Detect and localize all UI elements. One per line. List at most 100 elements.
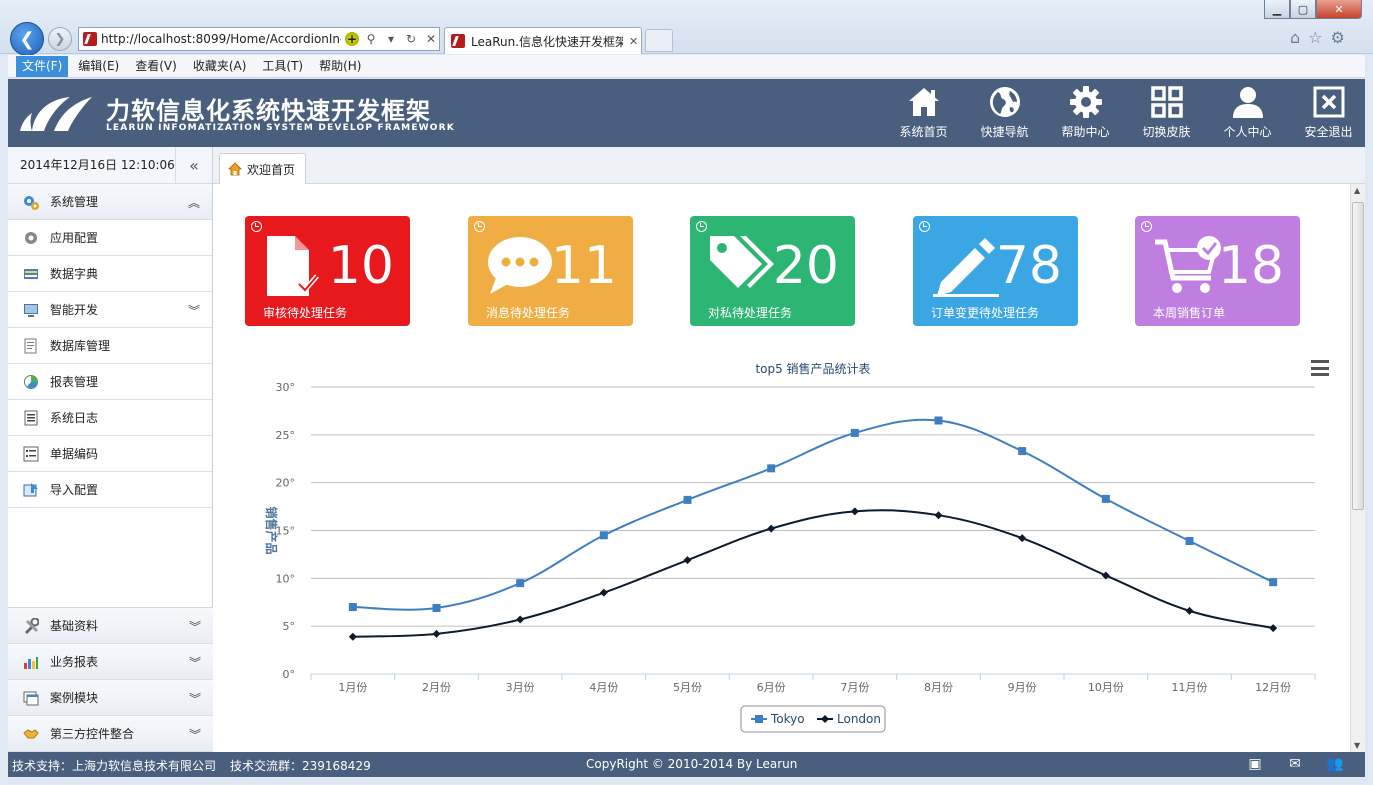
menu-file[interactable]: 文件(F) bbox=[16, 55, 69, 77]
sidebar-bottom-groups: 基础资料 ︾ 业务报表 ︾ 案例模块 ︾ 第三方控件整合 ︾ bbox=[8, 607, 213, 752]
x-tick-label: 3月份 bbox=[506, 681, 535, 694]
collapse-sidebar-icon[interactable]: « bbox=[176, 156, 212, 175]
card-audit-tasks[interactable]: 10 审核待处理任务 bbox=[245, 216, 410, 326]
data-point-tokyo bbox=[348, 603, 357, 612]
chart-menu-icon[interactable] bbox=[1311, 360, 1329, 376]
report-icon bbox=[22, 373, 40, 391]
menu-tools[interactable]: 工具(T) bbox=[256, 56, 309, 77]
globe-icon bbox=[989, 87, 1020, 117]
scroll-thumb[interactable] bbox=[1352, 202, 1364, 510]
sidebar-item-app-config[interactable]: 应用配置 bbox=[8, 220, 212, 256]
tab-close-icon[interactable]: ✕ bbox=[629, 35, 638, 48]
home-page-icon[interactable]: ⌂ bbox=[1290, 28, 1300, 47]
sidebar-item-logs[interactable]: 系统日志 bbox=[8, 400, 212, 436]
main-content: 欢迎首页 10 审核待处理任务 11 消息待处理任务 20 对私待处理任务 78… bbox=[213, 147, 1365, 752]
sidebar-item-reports[interactable]: 报表管理 bbox=[8, 364, 212, 400]
close-window-icon[interactable]: ✕ bbox=[1316, 0, 1362, 19]
scroll-down-icon[interactable]: ▼ bbox=[1354, 741, 1360, 750]
app-subtitle: LEARUN INFOMATIZATION SYSTEM DEVELOP FRA… bbox=[106, 123, 455, 133]
browser-chrome: ❮ ❯ http://localhost:8099/Home/Accordion… bbox=[0, 0, 1373, 56]
sidebar-item-doc-code[interactable]: 单据编码 bbox=[8, 436, 212, 472]
contact-card-icon[interactable]: ▣ bbox=[1235, 756, 1275, 772]
card-count: 18 bbox=[1217, 236, 1284, 296]
menu-help[interactable]: 帮助(H) bbox=[313, 56, 367, 77]
sidebar-item-smart-dev[interactable]: 智能开发 ︾ bbox=[8, 292, 212, 328]
sidebar-item-import[interactable]: 导入配置 bbox=[8, 472, 212, 508]
scroll-up-icon[interactable]: ▲ bbox=[1354, 186, 1360, 195]
stop-icon[interactable]: ✕ bbox=[423, 32, 439, 46]
chart-svg: top5 销售产品统计表销售产品0°5°10°15°20°25°30°1月份 2月… bbox=[264, 361, 1316, 733]
card-label: 消息待处理任务 bbox=[486, 306, 571, 320]
user-icon bbox=[1232, 87, 1263, 118]
nav-home[interactable]: 系统首页 bbox=[883, 85, 964, 140]
sidebar-group-system[interactable]: 系统管理 ︽ bbox=[8, 184, 212, 220]
x-tick-label: 7月份 bbox=[840, 681, 869, 694]
sidebar-group-case-modules[interactable]: 案例模块 ︾ bbox=[8, 680, 213, 716]
data-point-london bbox=[1185, 606, 1194, 615]
data-point-london bbox=[934, 511, 943, 520]
window-controls: ▁ ▢ ✕ bbox=[1264, 0, 1362, 20]
y-tick-label: 10° bbox=[276, 572, 296, 585]
sidebar-group-business-reports[interactable]: 业务报表 ︾ bbox=[8, 644, 213, 680]
menu-view[interactable]: 查看(V) bbox=[129, 56, 183, 77]
dropdown-icon[interactable]: ▾ bbox=[383, 32, 399, 46]
nav-profile[interactable]: 个人中心 bbox=[1207, 85, 1288, 140]
chevron-down-icon: ︾ bbox=[187, 304, 200, 318]
import-icon bbox=[22, 481, 40, 499]
sidebar-item-label: 数据库管理 bbox=[50, 339, 111, 353]
footer-qq: 技术交流群：239168429 bbox=[230, 759, 371, 773]
grid-icon bbox=[1150, 86, 1183, 118]
compat-view-icon[interactable]: + bbox=[345, 32, 359, 46]
sidebar-item-database[interactable]: 数据库管理 bbox=[8, 328, 212, 364]
sidebar-item-dictionary[interactable]: 数据字典 bbox=[8, 256, 212, 292]
new-tab-button[interactable] bbox=[645, 29, 673, 52]
tab-favicon-icon bbox=[451, 34, 465, 48]
browser-tab-active[interactable]: LeaRun.信息化快速开发框架 ✕ bbox=[444, 27, 642, 54]
address-text[interactable]: http://localhost:8099/Home/AccordionInd bbox=[101, 32, 341, 46]
menu-edit[interactable]: 编辑(E) bbox=[72, 56, 125, 77]
handshake-icon bbox=[22, 725, 40, 743]
settings-gear-icon[interactable]: ⚙ bbox=[1331, 28, 1345, 47]
minimize-icon[interactable]: ▁ bbox=[1264, 0, 1290, 19]
nav-help[interactable]: 帮助中心 bbox=[1045, 85, 1126, 140]
card-message-tasks[interactable]: 11 消息待处理任务 bbox=[468, 216, 633, 326]
site-favicon-icon bbox=[83, 32, 97, 46]
card-weekly-orders[interactable]: 18 本周销售订单 bbox=[1135, 216, 1300, 326]
maximize-icon[interactable]: ▢ bbox=[1290, 0, 1316, 19]
list-icon bbox=[22, 445, 40, 463]
data-point-tokyo bbox=[850, 428, 859, 437]
home-small-icon bbox=[228, 162, 242, 176]
data-point-london bbox=[683, 556, 692, 565]
search-icon[interactable]: ⚲ bbox=[363, 32, 379, 46]
data-point-tokyo bbox=[516, 579, 525, 588]
favorites-star-icon[interactable]: ☆ bbox=[1308, 28, 1322, 47]
users-icon[interactable]: 👥 bbox=[1315, 756, 1355, 772]
back-button[interactable]: ❮ bbox=[10, 22, 44, 56]
nav-skin[interactable]: 切换皮肤 bbox=[1126, 85, 1207, 140]
refresh-icon[interactable]: ↻ bbox=[403, 32, 419, 46]
tab-welcome[interactable]: 欢迎首页 bbox=[219, 153, 307, 184]
x-tick-label: 10月份 bbox=[1088, 681, 1124, 694]
forward-button[interactable]: ❯ bbox=[48, 27, 72, 51]
card-order-change-tasks[interactable]: 78 订单变更待处理任务 bbox=[913, 216, 1078, 326]
clock-bar: 2014年12月16日 12:10:06 « bbox=[8, 147, 212, 184]
nav-logout[interactable]: 安全退出 bbox=[1288, 85, 1369, 140]
mail-icon[interactable]: ✉ bbox=[1275, 756, 1315, 772]
monitor-icon bbox=[22, 301, 40, 319]
clock-icon bbox=[1141, 221, 1152, 232]
sales-chart: top5 销售产品统计表 销售产品 0° 5° 10° 15° 20° 25° 30° 1月份 2月… bbox=[233, 352, 1333, 747]
gears-icon bbox=[22, 193, 40, 211]
address-bar[interactable]: http://localhost:8099/Home/AccordionInd … bbox=[78, 27, 440, 51]
gear-icon bbox=[1069, 86, 1102, 118]
card-count: 10 bbox=[327, 236, 394, 296]
card-private-tasks[interactable]: 20 对私待处理任务 bbox=[690, 216, 855, 326]
sidebar-group-third-party[interactable]: 第三方控件整合 ︾ bbox=[8, 716, 213, 752]
sidebar-group-basic-data[interactable]: 基础资料 ︾ bbox=[8, 608, 213, 644]
data-point-tokyo bbox=[432, 603, 441, 612]
data-point-london bbox=[1018, 534, 1027, 543]
footer-support: 技术支持：上海力软信息技术有限公司 bbox=[12, 759, 217, 773]
vertical-scrollbar[interactable]: ▲ ▼ bbox=[1350, 184, 1365, 752]
nav-quick[interactable]: 快捷导航 bbox=[964, 85, 1045, 140]
card-label: 对私待处理任务 bbox=[708, 306, 793, 320]
menu-favorites[interactable]: 收藏夹(A) bbox=[187, 56, 253, 77]
